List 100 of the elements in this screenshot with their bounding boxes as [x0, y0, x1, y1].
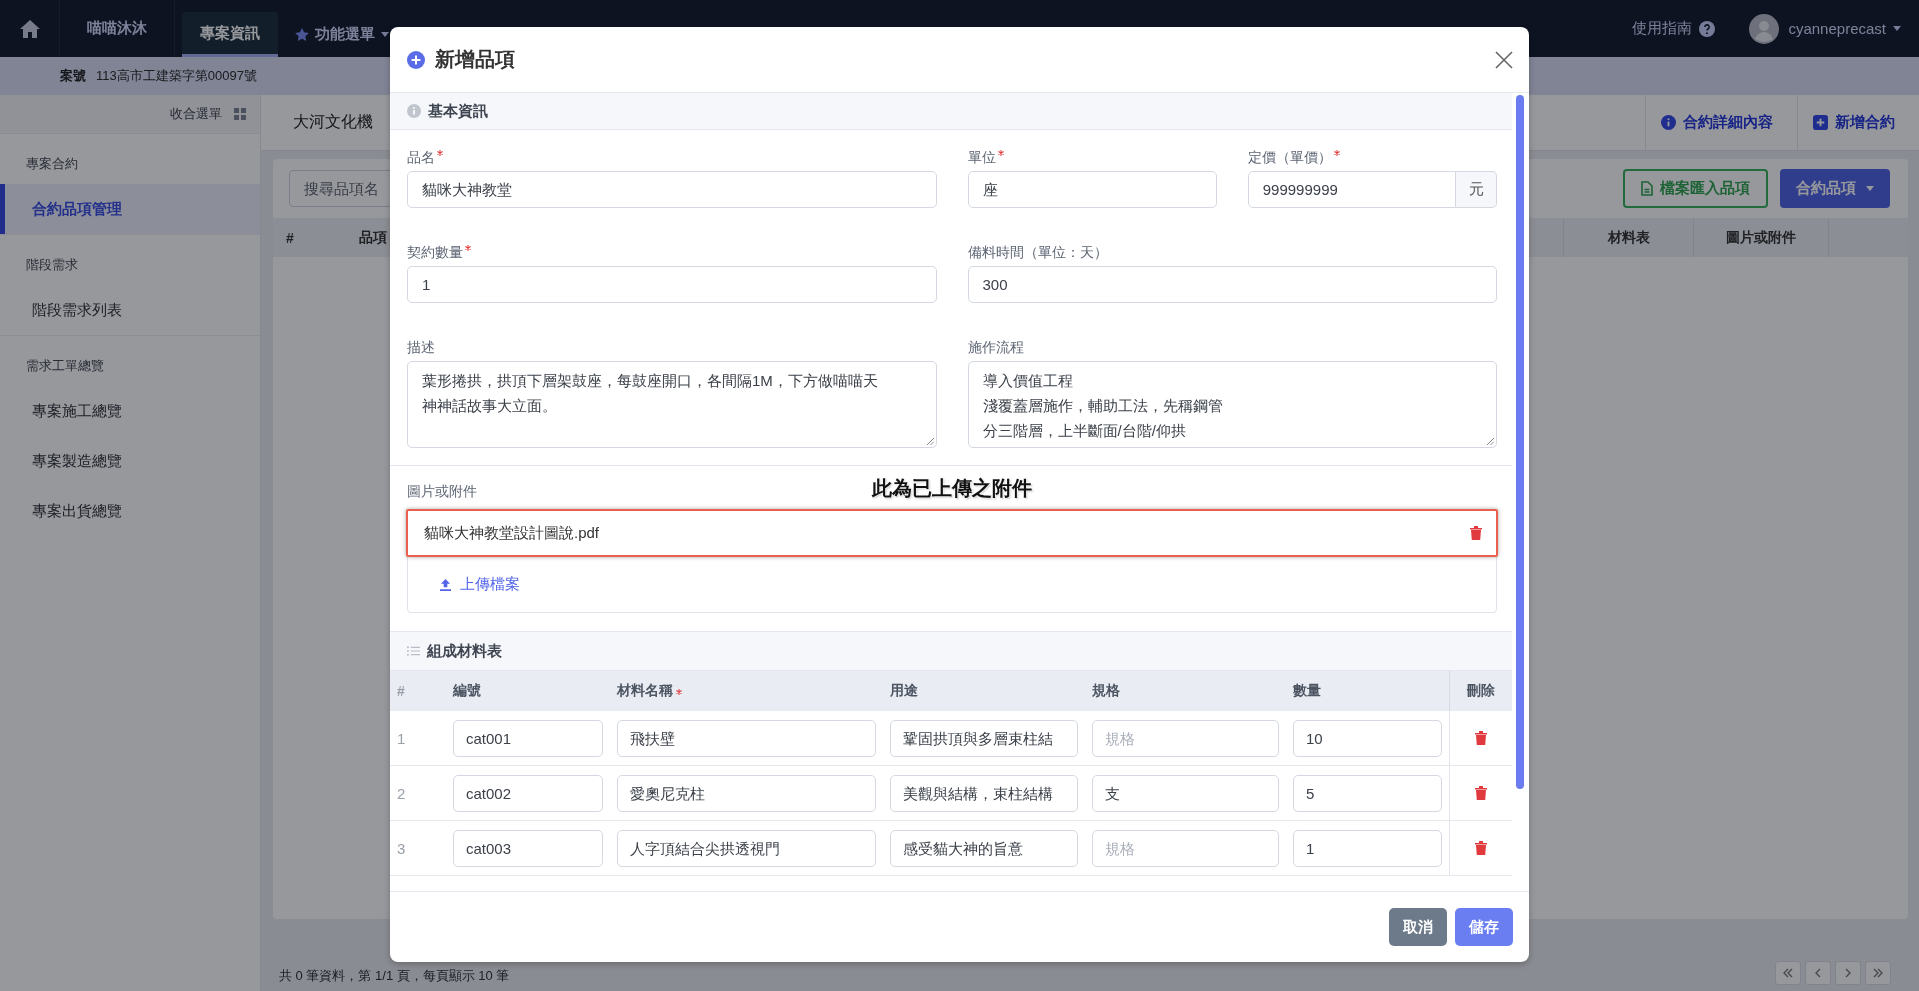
section-title: 基本資訊	[428, 101, 488, 121]
star-icon	[295, 28, 309, 41]
row-number: 1	[397, 729, 406, 747]
sidebar-item[interactable]: 專案出貨總覽	[0, 486, 260, 536]
column-header: 圖片或附件	[1726, 228, 1796, 247]
record-summary: 共 0 筆資料，第 1/1 頁，每頁顯示 10 筆	[279, 967, 510, 985]
close-icon	[1495, 50, 1513, 69]
help-link[interactable]: 使用指南	[1632, 19, 1716, 38]
column-header: 規格	[1092, 682, 1120, 700]
input-field[interactable]: 座	[967, 171, 1217, 208]
delete-button[interactable]	[1475, 786, 1487, 800]
page-tab[interactable]: 大河文化機	[293, 112, 373, 133]
input-field[interactable]: 1	[1293, 829, 1442, 867]
input-field[interactable]: 999999999	[1247, 171, 1456, 208]
input-field[interactable]: 美觀與結構，束柱結構	[890, 774, 1078, 812]
column-header: 用途	[890, 682, 918, 700]
field-label: 品名	[407, 148, 435, 166]
input-field[interactable]: cat003	[453, 829, 603, 867]
header-action[interactable]: 合約詳細內容	[1645, 95, 1797, 150]
trash-icon	[1475, 786, 1487, 800]
text-line: 葉形捲拱，拱頂下層架鼓座，每鼓座開口，各間隔1M，下方做喵喵天神神話故事大立面。	[422, 371, 879, 416]
delete-button[interactable]	[1475, 841, 1487, 855]
close-button[interactable]	[1494, 49, 1514, 70]
save-button[interactable]: 儲存	[1455, 908, 1513, 946]
caret-icon	[1866, 186, 1874, 191]
sidebar-group-title: 需求工單總覽	[26, 357, 104, 375]
column-header: 材料表	[1607, 228, 1650, 247]
pager-button[interactable]	[1865, 961, 1891, 985]
cancel-button[interactable]: 取消	[1389, 908, 1447, 946]
row-number: 3	[397, 839, 406, 857]
collapse-button[interactable]: 收合選單	[170, 105, 246, 123]
field-label: 圖片或附件	[407, 483, 477, 501]
field-label: 描述	[407, 338, 435, 356]
textarea-field[interactable]: 葉形捲拱，拱頂下層架鼓座，每鼓座開口，各間隔1M，下方做喵喵天神神話故事大立面。	[407, 361, 937, 448]
unit-addon: 元	[1456, 171, 1497, 208]
help-icon	[1699, 20, 1716, 37]
sidebar-item[interactable]: 階段需求列表	[0, 285, 260, 335]
section-title: 組成材料表	[427, 641, 502, 661]
resize-handle-icon[interactable]	[925, 437, 934, 445]
upload-icon	[440, 578, 451, 591]
file-name[interactable]: 貓咪大神教堂設計圖說.pdf	[424, 523, 600, 543]
text-line: 導入價值工程	[982, 371, 1074, 391]
trash-icon	[1470, 526, 1482, 540]
file-icon	[1641, 181, 1653, 196]
plus-circle-icon	[407, 50, 425, 69]
delete-button[interactable]	[1475, 731, 1487, 745]
column-header: #	[397, 683, 405, 699]
row-number: 2	[397, 784, 406, 802]
text-line: 分三階層，上半斷面/台階/仰拱	[982, 421, 1187, 441]
trash-icon	[1475, 841, 1487, 855]
delete-button[interactable]	[1470, 526, 1482, 540]
input-field[interactable]: 愛奧尼克柱	[617, 774, 876, 812]
home-icon	[19, 19, 40, 38]
upload-link[interactable]: 上傳檔案	[440, 575, 520, 594]
input-field[interactable]: 鞏固拱頂與多層束柱結	[890, 719, 1078, 757]
caret-icon	[1893, 26, 1901, 31]
avatar-icon	[1749, 13, 1780, 44]
column-header: 品項	[359, 228, 387, 247]
annotation-text: 此為已上傳之附件	[872, 476, 1032, 500]
dialog-title: 新增品項	[435, 47, 515, 72]
column-header: 編號	[453, 682, 481, 700]
case-label: 案號	[60, 67, 86, 85]
trash-icon	[1475, 731, 1487, 745]
input-field[interactable]: 5	[1293, 774, 1442, 812]
brand-name[interactable]: 喵喵沐沐	[87, 19, 147, 38]
field-label: 備料時間（單位：天）	[967, 243, 1108, 261]
caret-icon	[381, 32, 389, 37]
input-field[interactable]: 支	[1092, 774, 1279, 812]
nav-tab[interactable]: 專案資訊	[182, 12, 278, 57]
scrollbar-thumb[interactable]	[1516, 95, 1524, 789]
info-icon	[407, 104, 421, 118]
input-field[interactable]: 300	[967, 266, 1497, 303]
input-field[interactable]: cat002	[453, 774, 603, 812]
input-field[interactable]: cat001	[453, 719, 603, 757]
input-field[interactable]: 人字頂結合尖拱透視門	[617, 829, 876, 867]
sidebar-item[interactable]: 專案施工總覽	[0, 386, 260, 436]
text-line: 淺覆蓋層施作，輔助工法，先稱鋼管	[982, 396, 1224, 416]
sidebar-item[interactable]: 專案製造總覽	[0, 436, 260, 486]
resize-handle-icon[interactable]	[1486, 437, 1494, 445]
column-header: 材料名稱	[617, 682, 673, 700]
nav-menu[interactable]: 功能選單	[289, 12, 395, 57]
list-icon	[407, 646, 420, 656]
chevron-icon	[1813, 968, 1823, 978]
column-header: 刪除	[1467, 682, 1495, 700]
textarea-field[interactable]: 導入價值工程 淺覆蓋層施作，輔助工法，先稱鋼管 分三階層，上半斷面/台階/仰拱	[967, 361, 1497, 448]
column-header: #	[286, 229, 294, 246]
field-label: 契約數量	[407, 243, 463, 261]
sidebar-group-title: 專案合約	[26, 155, 78, 173]
user-menu[interactable]: cyanneprecast	[1749, 13, 1901, 44]
input-field[interactable]: 飛扶壁	[617, 719, 876, 757]
plus-square-icon	[1813, 115, 1828, 130]
input-field[interactable]: 10	[1293, 719, 1442, 757]
header-action[interactable]: 新增合約	[1797, 95, 1919, 150]
input-field[interactable]: 1	[407, 266, 937, 303]
input-field[interactable]: 貓咪大神教堂	[407, 171, 937, 208]
chevron-icon	[1873, 968, 1883, 978]
pager-button[interactable]	[1775, 961, 1801, 985]
input-field[interactable]: 感受貓大神的旨意	[890, 829, 1078, 867]
field-label: 單位	[967, 148, 996, 166]
chevron-icon	[1843, 968, 1853, 978]
